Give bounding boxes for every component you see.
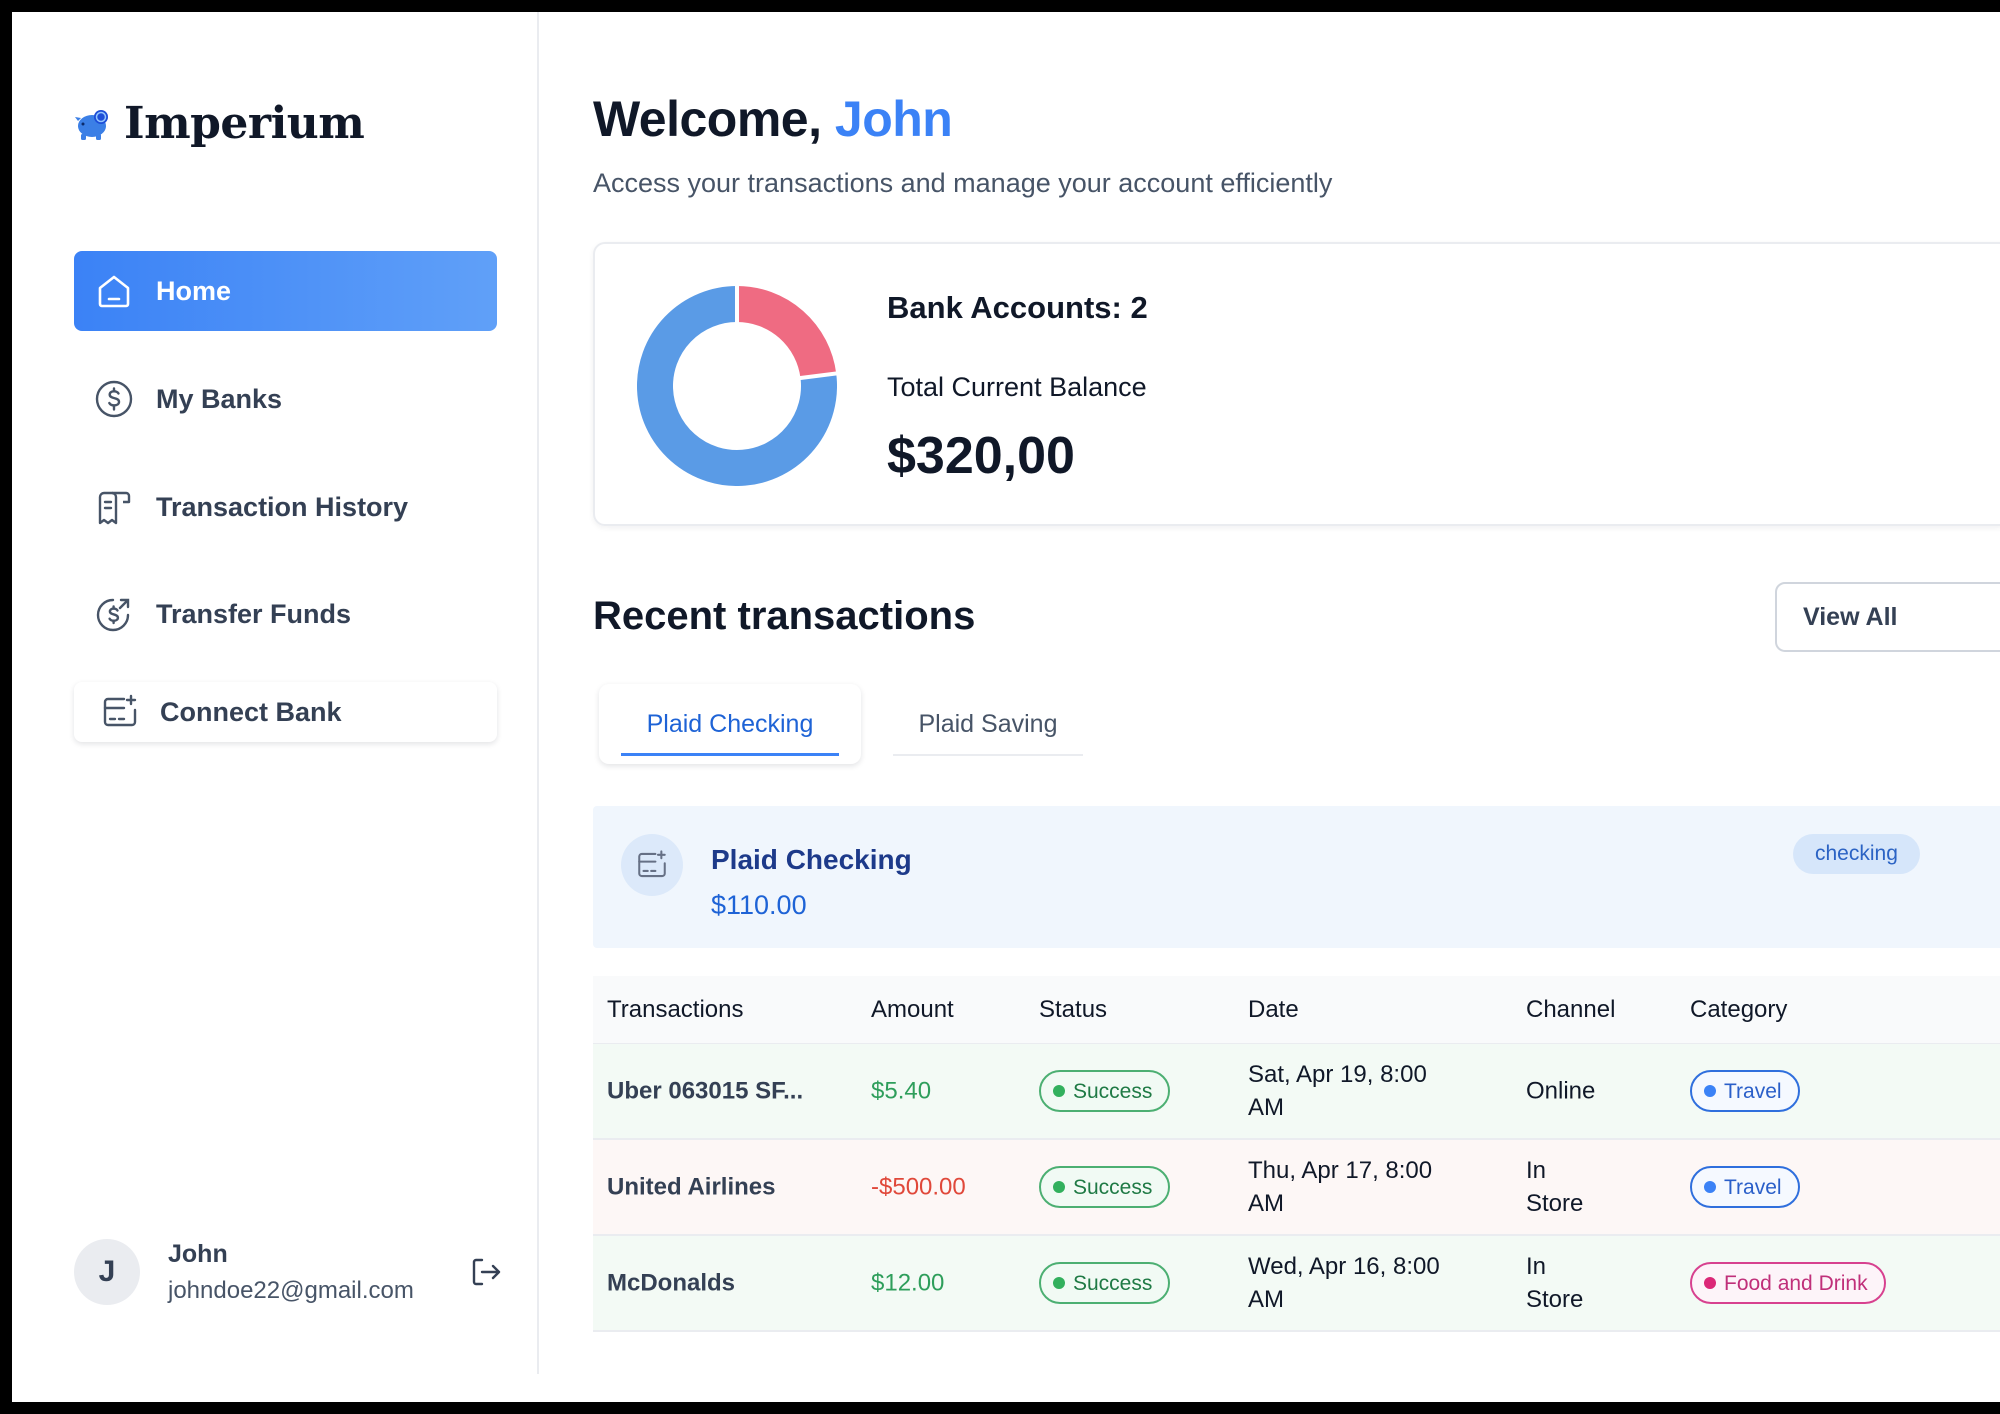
table-header: Transactions Amount Status Date Channel … [593,976,2000,1044]
sidebar-item-home[interactable]: Home [74,251,497,331]
user-email: johndoe22@gmail.com [168,1276,414,1304]
sidebar-item-my-banks[interactable]: My Banks [74,359,497,439]
card-add-icon [638,850,666,878]
user-name: John [168,1239,228,1268]
main-content: Welcome, John Access your transactions a… [593,12,2000,1402]
sidebar-item-label: Transfer Funds [156,598,352,629]
table-row[interactable]: Uber 063015 SF... $5.40 Success Sat, Apr… [593,1044,2000,1140]
category-cell: Food and Drink [1690,1262,1886,1304]
account-balance: $110.00 [711,890,807,920]
tab-label: Plaid Checking [646,709,814,738]
category-cell: Travel [1690,1166,1800,1208]
account-type-badge: checking [1793,834,1920,874]
column-header: Amount [871,995,954,1023]
transaction-channel: In Store [1526,1157,1584,1217]
transaction-amount: -$500.00 [871,1173,966,1201]
connect-bank-button[interactable]: Connect Bank [74,682,497,742]
card-add-icon [103,694,137,727]
column-header: Date [1248,995,1299,1023]
sidebar-item-transfer-funds[interactable]: Transfer Funds [74,574,497,654]
welcome-user-name: John [834,91,953,147]
bank-accounts-count: Bank Accounts: 2 [887,290,1148,325]
bank-account-info: Plaid Checking $110.00 checking [593,806,2000,948]
total-balance-value: $320,00 [887,427,1075,485]
logo[interactable]: Imperium [74,98,365,149]
avatar[interactable]: J [74,1239,140,1305]
column-header: Transactions [607,995,744,1023]
money-send-icon [96,598,130,632]
page-subtitle: Access your transactions and manage your… [593,168,1333,198]
column-header: Status [1039,995,1108,1023]
tab-label: Plaid Saving [918,709,1058,738]
transaction-channel: In Store [1526,1253,1584,1313]
column-header: Channel [1526,995,1616,1023]
tab-divider [893,754,1083,756]
status-badge: Success [1039,1070,1171,1112]
sidebar-item-label: Home [156,275,232,306]
table-row[interactable]: United Airlines -$500.00 Success Thu, Ap… [593,1140,2000,1236]
category-badge: Travel [1690,1166,1800,1208]
total-balance-card: Bank Accounts: 2 Total Current Balance $… [593,242,2000,526]
page-title: Welcome, John [593,90,953,148]
tab-plaid-checking[interactable]: Plaid Checking [599,684,861,764]
dollar-circle-icon [95,380,133,418]
status-cell: Success [1039,1070,1171,1112]
app-name: Imperium [124,98,365,149]
active-tab-indicator [621,753,839,756]
account-icon-wrapper [621,834,683,896]
sidebar: Imperium Home My Banks Transaction Histo… [12,12,539,1374]
transaction-date: Wed, Apr 16, 8:00 AM [1248,1253,1440,1313]
category-badge: Travel [1690,1070,1800,1112]
sidebar-item-label: Transaction History [156,491,409,522]
app-window: Imperium Home My Banks Transaction Histo… [12,12,2000,1402]
status-cell: Success [1039,1166,1171,1208]
sidebar-item-label: My Banks [156,383,283,414]
transaction-name: McDonalds [607,1269,736,1297]
category-cell: Travel [1690,1070,1800,1112]
tab-plaid-saving[interactable]: Plaid Saving [893,684,1083,764]
view-all-button[interactable]: View All [1775,582,2000,652]
transaction-amount: $5.40 [871,1077,932,1105]
balance-donut-chart [637,286,837,486]
total-balance-label: Total Current Balance [887,372,1147,402]
transaction-channel: Online [1526,1077,1596,1105]
status-cell: Success [1039,1262,1171,1304]
home-icon [98,275,130,308]
transaction-name: United Airlines [607,1173,776,1201]
user-profile: J John johndoe22@gmail.com [74,1232,504,1312]
transaction-name: Uber 063015 SF... [607,1077,804,1105]
transaction-date: Sat, Apr 19, 8:00 AM [1248,1061,1427,1121]
transaction-amount: $12.00 [871,1269,945,1297]
transactions-table: Transactions Amount Status Date Channel … [593,976,2000,1332]
category-badge: Food and Drink [1690,1262,1886,1304]
connect-bank-label: Connect Bank [160,696,342,727]
status-badge: Success [1039,1166,1171,1208]
table-row[interactable]: McDonalds $12.00 Success Wed, Apr 16, 8:… [593,1236,2000,1332]
transaction-date: Thu, Apr 17, 8:00 AM [1248,1157,1433,1217]
sidebar-item-transaction-history[interactable]: Transaction History [74,467,497,547]
recent-transactions-title: Recent transactions [593,594,976,638]
logout-icon[interactable] [468,1254,504,1290]
piggy-bank-icon [75,109,108,140]
donut-segment-0 [736,286,837,379]
status-badge: Success [1039,1262,1171,1304]
welcome-text: Welcome, [593,91,822,147]
account-name: Plaid Checking [711,844,912,875]
column-header: Category [1690,995,1788,1023]
receipt-icon [98,491,131,525]
